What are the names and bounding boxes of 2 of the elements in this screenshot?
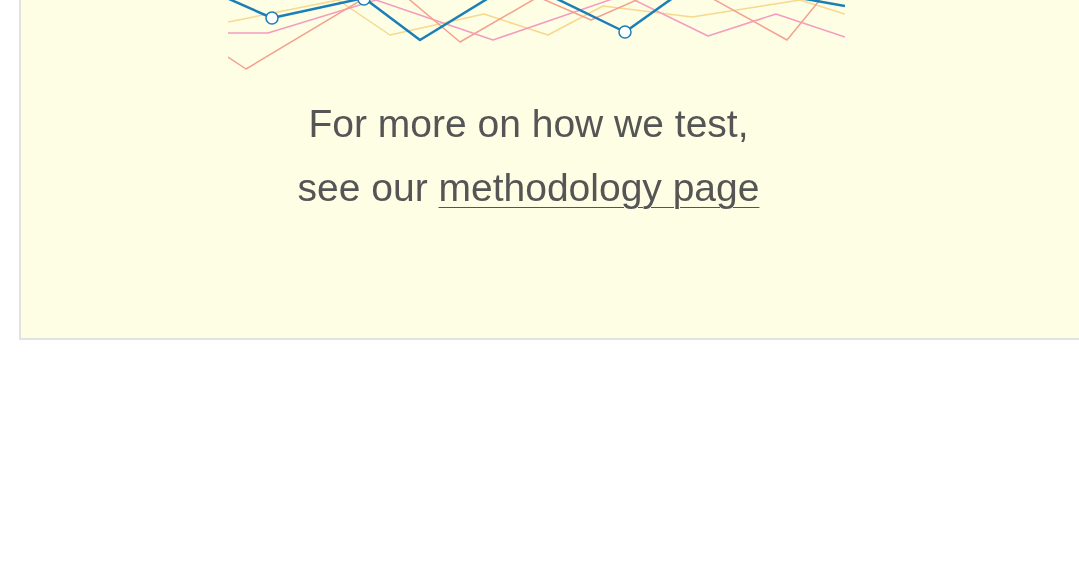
methodology-link[interactable]: methodology page bbox=[438, 166, 760, 209]
methodology-note: For more on how we test, see our methodology page bbox=[296, 101, 761, 211]
